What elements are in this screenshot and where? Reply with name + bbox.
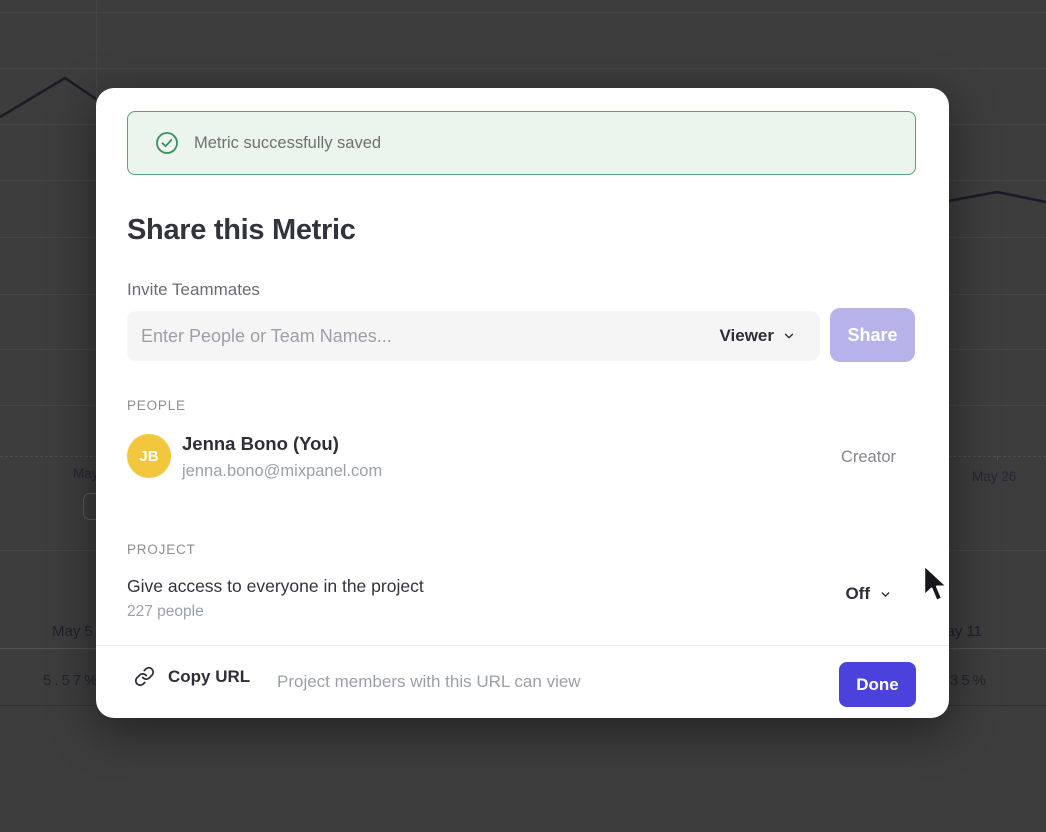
avatar: JB xyxy=(127,434,171,478)
done-button[interactable]: Done xyxy=(839,662,916,707)
chevron-down-icon xyxy=(879,588,892,601)
share-metric-modal: Metric successfully saved Share this Met… xyxy=(96,88,949,718)
footer-divider xyxy=(96,645,949,646)
project-access-value: Off xyxy=(845,584,870,604)
people-section-label: PEOPLE xyxy=(127,398,186,413)
role-dropdown-value: Viewer xyxy=(719,326,774,346)
mouse-cursor xyxy=(920,564,952,606)
role-dropdown[interactable]: Viewer xyxy=(719,311,796,361)
invite-input-container: Viewer xyxy=(127,311,820,361)
link-icon xyxy=(134,666,155,687)
person-name: Jenna Bono (You) xyxy=(182,433,339,455)
person-email: jenna.bono@mixpanel.com xyxy=(182,462,382,481)
axis-label-partial: May xyxy=(73,466,96,481)
table-date-may-5: May 5 xyxy=(52,623,93,640)
table-value-left: 5.57% xyxy=(43,672,101,689)
axis-label-may-26: May 26 xyxy=(972,469,1016,484)
avatar-initials: JB xyxy=(139,448,158,465)
success-toast: Metric successfully saved xyxy=(127,111,916,175)
project-people-count: 227 people xyxy=(127,603,204,621)
project-section-label: PROJECT xyxy=(127,542,196,557)
copy-url-label: Copy URL xyxy=(168,667,250,687)
share-button[interactable]: Share xyxy=(830,308,915,362)
table-value-right: 35% xyxy=(950,672,989,689)
invite-teammates-label: Invite Teammates xyxy=(127,280,260,300)
project-access-title: Give access to everyone in the project xyxy=(127,576,424,597)
url-permission-hint: Project members with this URL can view xyxy=(277,672,581,692)
chevron-down-icon xyxy=(782,329,796,343)
person-role-badge: Creator xyxy=(841,448,896,467)
copy-url-button[interactable]: Copy URL xyxy=(134,666,250,687)
check-circle-icon xyxy=(155,131,179,155)
modal-title: Share this Metric xyxy=(127,214,356,247)
project-access-dropdown[interactable]: Off xyxy=(845,580,892,608)
toast-message: Metric successfully saved xyxy=(194,134,381,153)
invite-input[interactable] xyxy=(141,311,671,361)
